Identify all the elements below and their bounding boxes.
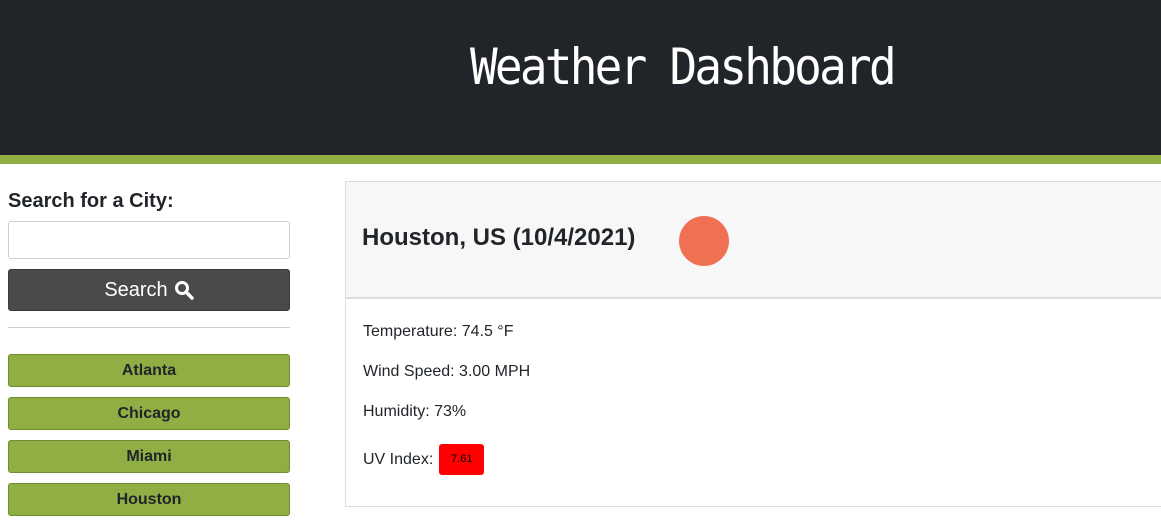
history-button-atlanta[interactable]: Atlanta (8, 354, 290, 387)
city-title: Houston, US (10/4/2021) (362, 224, 636, 251)
search-label: Search for a City: (8, 190, 174, 212)
search-button[interactable]: Search (8, 269, 290, 311)
humidity: Humidity: 73% (363, 403, 467, 420)
search-history: Atlanta Chicago Miami Houston (8, 354, 290, 526)
uv-index-badge: 7.61 (439, 444, 485, 475)
temperature: Temperature: 74.5 °F (363, 323, 514, 340)
card-header: Houston, US (10/4/2021) (346, 182, 1161, 299)
current-weather-card: Houston, US (10/4/2021) Temperature: 74.… (345, 181, 1161, 507)
uv-index: UV Index: 7.61 (363, 444, 485, 475)
accent-bar (0, 155, 1161, 164)
history-button-chicago[interactable]: Chicago (8, 397, 290, 430)
page-title: Weather Dashboard (470, 38, 897, 96)
page-header: Weather Dashboard (0, 0, 1161, 155)
wind-speed: Wind Speed: 3.00 MPH (363, 363, 531, 380)
history-button-houston[interactable]: Houston (8, 483, 290, 516)
history-button-miami[interactable]: Miami (8, 440, 290, 473)
weather-icon (679, 216, 729, 266)
divider (8, 327, 290, 328)
search-button-label: Search (104, 278, 168, 301)
search-icon (174, 281, 194, 300)
search-input[interactable] (8, 221, 290, 259)
uv-index-label: UV Index: (363, 450, 434, 468)
